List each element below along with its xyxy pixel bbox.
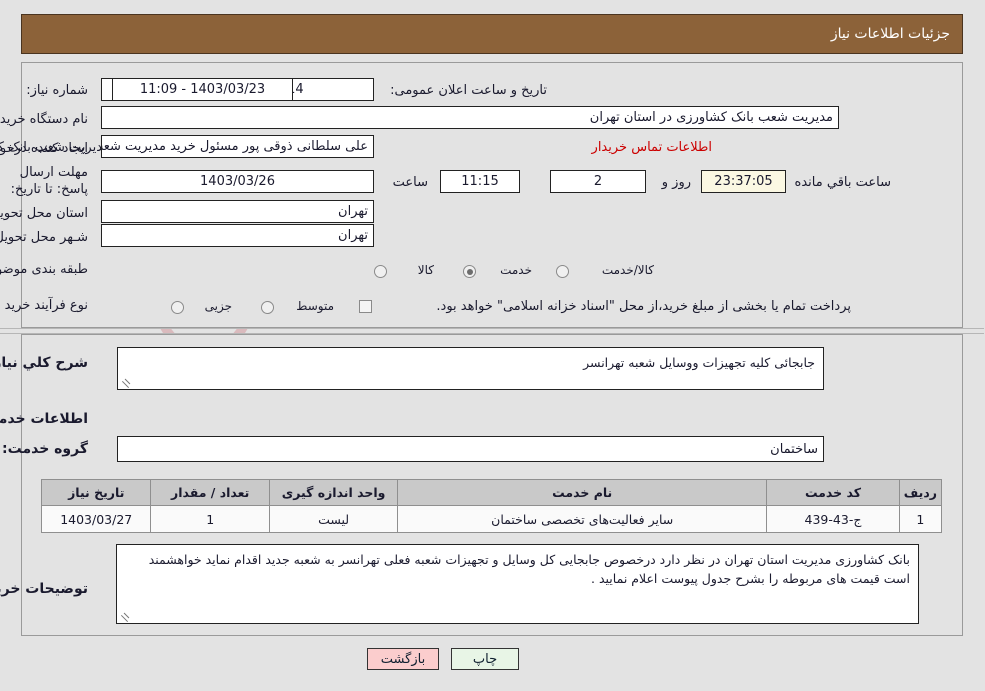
deadline-label: مهلت ارسال پاسخ: تا تاریخ:	[11, 165, 89, 197]
page-title: جزئیات اطلاعات نیاز	[831, 26, 951, 42]
td-service-name: سایر فعالیت‌های تخصصی ساختمان	[398, 505, 769, 533]
divider-top	[0, 328, 985, 329]
radio-category-goods-label: کالا	[418, 263, 435, 277]
delivery-province-value: تهران	[102, 200, 375, 223]
general-description-label: شرح کلي نیاز:	[0, 355, 89, 371]
remaining-days-value: 2	[551, 170, 647, 193]
radio-category-service[interactable]	[464, 265, 477, 278]
deadline-hour-value: 11:15	[441, 170, 521, 193]
buyer-notes-label: توضیحات خریدار:	[0, 581, 89, 597]
services-info-heading: اطلاعات خدمات مورد نیاز	[0, 411, 89, 427]
buyer-notes-textarea[interactable]: بانک کشاورزی مدیریت استان تهران در نظر د…	[117, 544, 920, 624]
table-row: 1 ج-43-439 سایر فعالیت‌های تخصصی ساختمان…	[41, 505, 944, 533]
general-description-value: جابجائی کلیه تجهیزات ووسایل شعبه تهرانسر	[584, 355, 816, 370]
announce-datetime-value: 11:09 - 1403/03/23	[113, 78, 294, 101]
resize-handle-icon[interactable]	[120, 610, 132, 623]
radio-purchase-medium-label: متوسط	[297, 299, 335, 313]
buyer-contact-link[interactable]: اطلاعات تماس خریدار	[593, 140, 713, 155]
td-need-date: 1403/03/27	[41, 505, 153, 533]
remaining-days-label: روز و	[662, 175, 692, 190]
td-row-number: 1	[899, 505, 944, 533]
service-group-value: ساختمان	[118, 436, 825, 462]
delivery-province-label: استان محل تحویل:	[0, 206, 89, 221]
page-root: AriaTender.net جزئیات اطلاعات نیاز شماره…	[0, 0, 985, 691]
th-service-code: کد خدمت	[767, 479, 901, 506]
table-header-row: ردیف کد خدمت نام خدمت واحد اندازه گیری ت…	[41, 479, 944, 506]
deadline-date-value: 1403/03/26	[102, 170, 375, 193]
services-table: ردیف کد خدمت نام خدمت واحد اندازه گیری ت…	[41, 479, 944, 533]
th-row-number: ردیف	[899, 479, 944, 506]
radio-category-goods-service-label: کالا/خدمت	[602, 263, 655, 277]
radio-category-goods-service[interactable]	[557, 265, 570, 278]
th-service-name: نام خدمت	[398, 479, 769, 506]
request-creator-value: علی سلطانی ذوقی پور مسئول خرید مدیریت شع…	[102, 135, 375, 158]
subject-category-label: طبقه بندی موضوعی:	[0, 262, 89, 277]
checkbox-treasury-bonds[interactable]	[360, 300, 373, 313]
th-quantity: تعداد / مقدار	[151, 479, 271, 506]
countdown-value: 23:37:05	[702, 170, 787, 193]
delivery-city-value: تهران	[102, 224, 375, 247]
print-button[interactable]: چاپ	[452, 648, 520, 670]
general-description-textarea[interactable]: جابجائی کلیه تجهیزات ووسایل شعبه تهرانسر	[118, 347, 825, 390]
need-summary-panel	[22, 62, 964, 328]
radio-category-service-label: خدمت	[501, 263, 533, 277]
need-number-label: شماره نیاز:	[27, 83, 89, 98]
buyer-org-value: مدیریت شعب بانک کشاورزی در استان تهران	[102, 106, 840, 129]
page-header-bar: جزئیات اطلاعات نیاز	[22, 14, 964, 54]
service-group-label: گروه خدمت:	[3, 441, 89, 457]
radio-category-goods[interactable]	[375, 265, 388, 278]
td-quantity: 1	[151, 505, 271, 533]
deadline-hour-label: ساعت	[393, 175, 429, 190]
td-service-code: ج-43-439	[767, 505, 901, 533]
request-creator-label: ایجاد کننده درخواست:	[0, 141, 89, 156]
purchase-process-label: نوع فرآیند خرید :	[0, 298, 89, 313]
treasury-bonds-note: پرداخت تمام یا بخشی از مبلغ خرید،از محل …	[437, 299, 852, 314]
delivery-city-label: شـهر محل تحویل:	[0, 230, 89, 245]
radio-purchase-medium[interactable]	[262, 301, 275, 314]
td-unit: لیست	[269, 505, 400, 533]
countdown-label: ساعت باقي مانده	[795, 175, 892, 190]
resize-handle-icon[interactable]	[121, 376, 133, 389]
th-need-date: تاریخ نیاز	[41, 479, 153, 506]
announce-datetime-label: تاریخ و ساعت اعلان عمومی:	[391, 83, 548, 98]
radio-purchase-minor-label: جزیی	[205, 299, 233, 313]
back-button[interactable]: بازگشت	[368, 648, 440, 670]
buyer-org-label: نام دستگاه خریدار:	[0, 112, 89, 127]
th-unit: واحد اندازه گیری	[269, 479, 400, 506]
radio-purchase-minor[interactable]	[172, 301, 185, 314]
buyer-notes-value: بانک کشاورزی مدیریت استان تهران در نظر د…	[149, 552, 911, 586]
